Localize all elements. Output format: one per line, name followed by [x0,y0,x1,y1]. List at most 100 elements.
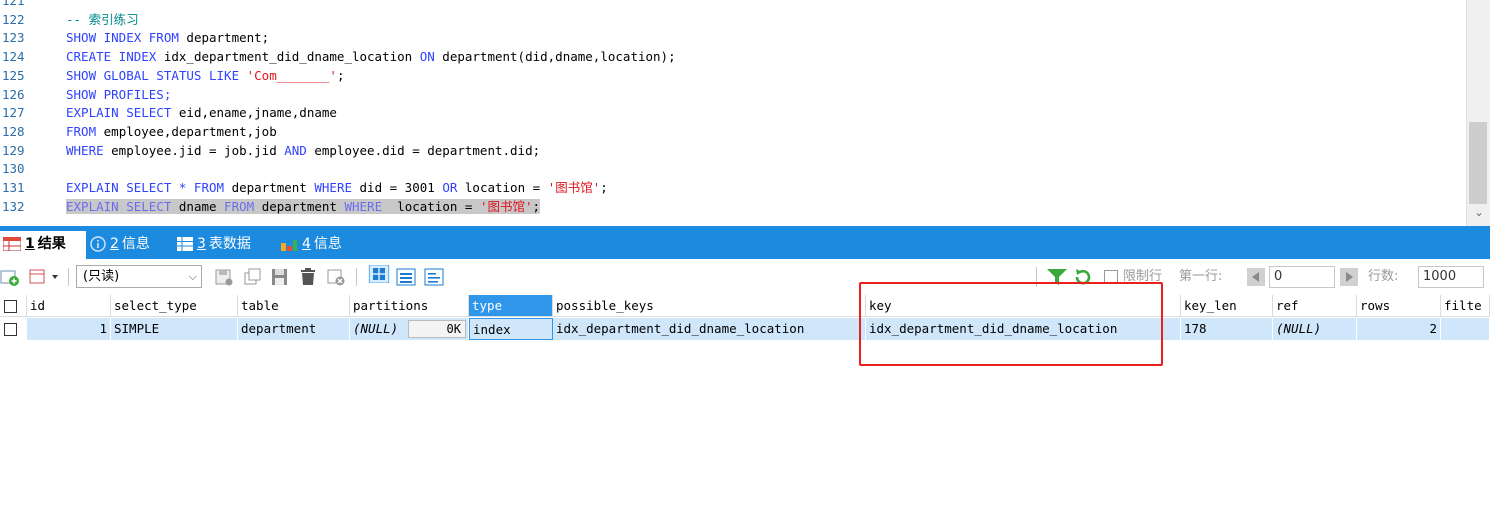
select-all-checkbox[interactable] [4,300,17,313]
line-number: 123 [2,30,25,46]
tab-result[interactable]: 1 结果 [0,231,86,259]
code-token: department [231,180,315,195]
cancel-changes-icon[interactable] [326,268,346,286]
sql-editor[interactable]: 121 122 -- 索引练习 123 SHOW INDEX FROM departme… [0,0,1490,226]
code-line[interactable]: 123 SHOW INDEX FROM department; [0,28,1466,47]
column-header-partitions[interactable]: partitions [350,295,469,317]
code-line[interactable]: 132 EXPLAIN SELECT dname FROM department … [0,197,1466,216]
cell-partitions[interactable]: (NULL) 0K [350,318,469,340]
code-line[interactable]: 130 [0,159,1466,178]
mode-select[interactable]: (只读) ⌵ [76,265,202,288]
editor-vertical-scrollbar[interactable]: ⌄ [1466,0,1490,226]
triangle-left-icon [1252,272,1259,282]
line-number: 126 [2,86,25,102]
code-token: '图书馆' [547,180,601,195]
code-line[interactable]: 131 EXPLAIN SELECT * FROM department WHER… [0,178,1466,197]
code-token: AND [284,142,315,158]
duplicate-row-icon[interactable] [242,268,262,286]
grid-result-icon [3,237,21,251]
save-icon[interactable] [270,268,290,286]
code-token: '图书馆' [479,198,533,214]
column-header-select-type[interactable]: select_type [111,295,238,317]
code-text: EXPLAIN SELECT dname FROM department WHE… [66,197,541,216]
code-token: ; [600,180,608,195]
partitions-blob-button[interactable]: 0K [408,320,466,338]
cell-id[interactable]: 1 [27,318,111,340]
line-number: 130 [2,161,25,177]
column-header-type[interactable]: type [469,295,553,317]
triangle-right-icon [1346,272,1353,282]
code-token: EXPLAIN SELECT * FROM [66,180,232,195]
first-row-label: 第一行: [1179,269,1223,284]
first-row-input[interactable]: 0 [1269,266,1335,288]
column-header-filtered[interactable]: filte [1441,295,1490,317]
tab-info-2[interactable]: 2 信息 [90,231,150,257]
add-row-icon[interactable] [0,268,20,286]
code-line[interactable]: 126 SHOW PROFILES; [0,85,1466,104]
code-line[interactable]: 125 SHOW GLOBAL STATUS LIKE 'Com_______'; [0,66,1466,85]
row-checkbox[interactable] [4,323,17,336]
column-header-ref[interactable]: ref [1273,295,1357,317]
line-number: 121 [2,0,25,8]
code-token: OR [442,180,465,195]
code-token: department; [186,30,270,46]
row-count-label: 行数: [1368,269,1399,284]
code-line[interactable]: 121 [0,0,1466,10]
code-line[interactable]: 128 FROM employee,department,job [0,122,1466,141]
copy-row-dropdown-icon[interactable] [28,268,64,286]
code-line[interactable]: 127 EXPLAIN SELECT eid,ename,jname,dname [0,103,1466,122]
code-text: EXPLAIN SELECT * FROM department WHERE d… [66,178,608,197]
code-token: FROM [66,123,104,139]
code-line[interactable]: 129 WHERE employee.jid = job.jid AND empl… [0,141,1466,160]
line-number: 124 [2,49,25,65]
code-token: location = [464,180,548,195]
row-count-input[interactable]: 1000 [1418,266,1484,288]
cell-table[interactable]: department [238,318,350,340]
code-text: WHERE employee.jid = job.jid AND employe… [66,141,540,160]
toolbar-divider [356,268,357,286]
text-view-icon[interactable] [424,268,444,286]
cell-type[interactable]: index [469,318,553,340]
column-header-rows[interactable]: rows [1357,295,1441,317]
grid-view-icon[interactable] [366,265,392,283]
result-grid[interactable]: id select_type table partitions type pos… [0,295,1490,516]
scroll-down-arrow-icon[interactable]: ⌄ [1472,206,1486,220]
code-token: EXPLAIN SELECT [66,105,179,121]
code-token: employee.did = department.did; [314,142,541,158]
line-number: 128 [2,123,25,139]
code-token: eid,ename,jname,dname [178,105,337,121]
code-token: employee,department,job [103,123,277,139]
column-header-table[interactable]: table [238,295,350,317]
code-token: EXPLAIN SELECT [66,198,179,214]
save-row-icon[interactable] [214,268,234,286]
cell-rows[interactable]: 2 [1357,318,1441,340]
line-number: 131 [2,180,25,195]
header-select-all[interactable] [0,295,27,317]
form-view-icon[interactable] [396,268,416,286]
line-number: 127 [2,105,25,121]
code-token: department(did,dname,location); [442,49,676,65]
column-header-id[interactable]: id [27,295,111,317]
code-text: EXPLAIN SELECT eid,ename,jname,dname [66,103,337,122]
code-token: SHOW GLOBAL STATUS LIKE [66,67,247,83]
cell-select-type[interactable]: SIMPLE [111,318,238,340]
row-select-cell[interactable] [0,318,27,340]
prev-page-button[interactable] [1247,268,1265,286]
cell-ref[interactable]: (NULL) [1273,318,1357,340]
column-header-possible-keys[interactable]: possible_keys [553,295,866,317]
toolbar-divider [68,268,69,286]
column-header-key-len[interactable]: key_len [1181,295,1273,317]
cell-partitions-value: (NULL) [353,321,399,336]
code-text: SHOW PROFILES; [66,85,171,104]
cell-filtered[interactable] [1441,318,1490,340]
tab-table-data[interactable]: 3 表数据 [177,231,251,257]
scrollbar-thumb[interactable] [1469,122,1487,204]
code-line[interactable]: 122 -- 索引练习 [0,10,1466,29]
table-row[interactable]: 1 SIMPLE department (NULL) 0K index idx_… [0,318,1490,340]
code-line[interactable]: 124 CREATE INDEX idx_department_did_dname… [0,47,1466,66]
next-page-button[interactable] [1340,268,1358,286]
cell-possible-keys[interactable]: idx_department_did_dname_location [553,318,866,340]
tab-info-4[interactable]: 4 信息 [280,231,342,257]
delete-icon[interactable] [298,268,318,286]
cell-key-len[interactable]: 178 [1181,318,1273,340]
